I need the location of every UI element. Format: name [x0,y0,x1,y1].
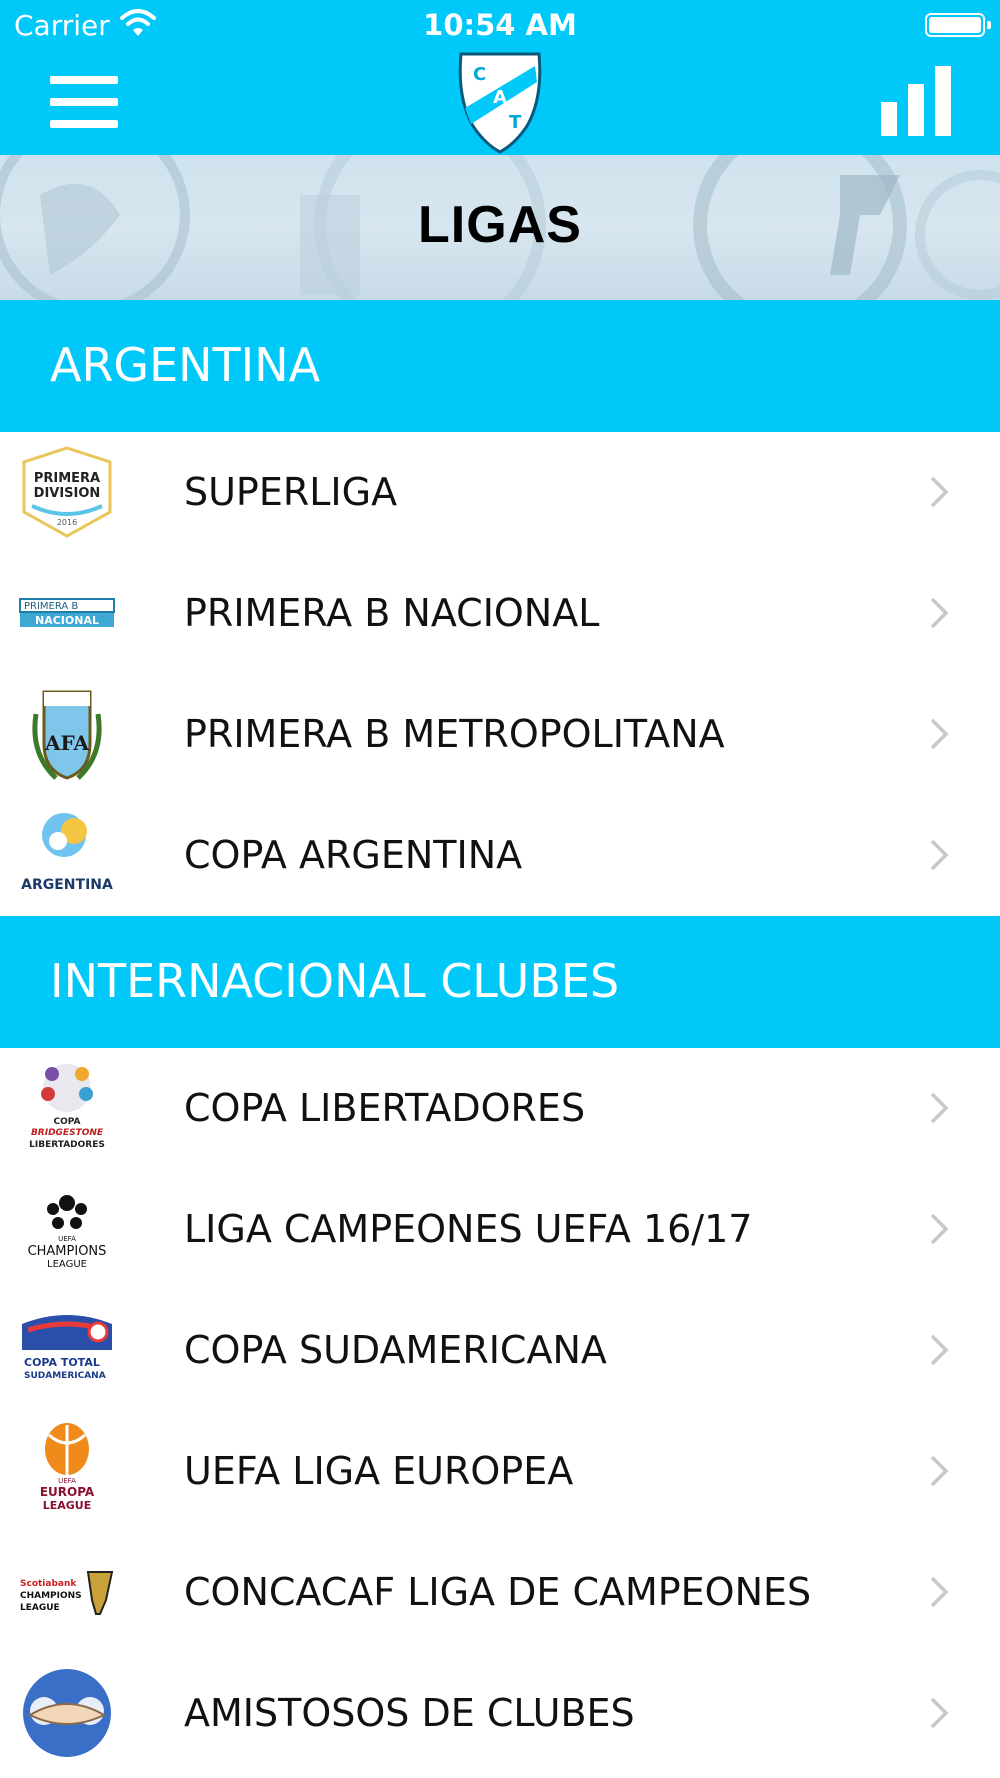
afa-logo: AFA [32,690,102,780]
list-item[interactable]: Scotiabank CHAMPIONS LEAGUE CONCACAF LIG… [0,1532,1000,1653]
svg-text:CHAMPIONS: CHAMPIONS [28,1244,107,1259]
club-crest-logo[interactable]: C A T [455,48,545,154]
section-header-argentina: ARGENTINA [0,300,1000,432]
svg-text:LIBERTADORES: LIBERTADORES [29,1140,105,1150]
list-item-label: COPA ARGENTINA [184,833,523,877]
clock: 10:54 AM [423,8,577,42]
list-item[interactable]: AFA PRIMERA B METROPOLITANA [0,674,1000,795]
concacaf-champions-logo: Scotiabank CHAMPIONS LEAGUE [20,1571,114,1615]
svg-text:COPA TOTAL: COPA TOTAL [24,1356,100,1369]
svg-text:Scotiabank: Scotiabank [20,1579,77,1589]
europa-league-logo: UEFA EUROPA LEAGUE [40,1423,95,1512]
list-item-label: PRIMERA B METROPOLITANA [184,712,725,756]
list-item[interactable]: COPA BRIDGESTONE LIBERTADORES COPA LIBER… [0,1048,1000,1169]
page-header-banner: LIGAS [0,155,1000,300]
primera-division-logo: PRIMERA DIVISION 2016 [22,446,112,538]
svg-text:A: A [493,87,507,108]
svg-text:UEFA: UEFA [58,1477,76,1485]
hamburger-menu-icon[interactable] [50,76,120,128]
champions-league-logo: UEFA CHAMPIONS LEAGUE [28,1195,107,1270]
svg-text:PRIMERA: PRIMERA [34,471,100,486]
section-label: INTERNACIONAL CLUBES [50,954,620,1008]
list-item-label: LIGA CAMPEONES UEFA 16/17 [184,1207,753,1251]
list-item[interactable]: PRIMERA B NACIONAL PRIMERA B NACIONAL [0,553,1000,674]
copa-argentina-logo: ARGENTINA [21,813,113,893]
list-item[interactable]: AMISTOSOS DE CLUBES [0,1653,1000,1774]
page-title: LIGAS [418,196,582,254]
svg-text:C: C [473,64,486,85]
amistosos-handshake-logo [23,1669,111,1757]
list-item-label: PRIMERA B NACIONAL [184,591,600,635]
list-item[interactable]: PRIMERA DIVISION 2016 SUPERLIGA [0,432,1000,553]
svg-text:NACIONAL: NACIONAL [35,614,99,627]
svg-text:PRIMERA B: PRIMERA B [24,601,78,612]
list-item-label: AMISTOSOS DE CLUBES [184,1691,635,1735]
svg-text:SUDAMERICANA: SUDAMERICANA [24,1371,106,1381]
svg-text:COPA: COPA [54,1117,81,1127]
list-item[interactable]: COPA TOTAL SUDAMERICANA COPA SUDAMERICAN… [0,1290,1000,1411]
chevron-right-icon [930,1697,949,1729]
battery-icon [925,13,991,37]
svg-text:LEAGUE: LEAGUE [47,1259,87,1270]
copa-sudamericana-logo: COPA TOTAL SUDAMERICANA [22,1315,112,1381]
svg-text:EUROPA: EUROPA [40,1485,95,1499]
svg-text:T: T [509,112,522,133]
list-item-label: COPA LIBERTADORES [184,1086,586,1130]
chevron-right-icon [930,1334,949,1366]
chevron-right-icon [930,597,949,629]
primera-b-nacional-logo: PRIMERA B NACIONAL [19,598,115,627]
chevron-right-icon [930,1576,949,1608]
chevron-right-icon [930,1092,949,1124]
chevron-right-icon [930,476,949,508]
chevron-right-icon [930,839,949,871]
svg-text:AFA: AFA [44,731,90,755]
list-item[interactable]: UEFA EUROPA LEAGUE UEFA LIGA EUROPEA [0,1411,1000,1532]
list-item-label: COPA SUDAMERICANA [184,1328,607,1372]
section-label: ARGENTINA [50,338,321,392]
list-item-label: UEFA LIGA EUROPEA [184,1449,574,1493]
svg-text:BRIDGESTONE: BRIDGESTONE [31,1128,104,1138]
chevron-right-icon [930,1213,949,1245]
svg-text:LEAGUE: LEAGUE [20,1603,60,1613]
list-item-label: CONCACAF LIGA DE CAMPEONES [184,1570,812,1614]
chevron-right-icon [930,718,949,750]
list-item-label: SUPERLIGA [184,470,398,514]
svg-text:2016: 2016 [57,518,77,527]
navigation-bar: Carrier 10:54 AM C A T [0,0,1000,155]
svg-text:CHAMPIONS: CHAMPIONS [20,1591,82,1601]
bar-chart-icon[interactable] [878,64,953,136]
svg-text:LEAGUE: LEAGUE [43,1499,92,1512]
svg-text:UEFA: UEFA [58,1235,76,1243]
copa-libertadores-logo: COPA BRIDGESTONE LIBERTADORES [29,1064,105,1150]
chevron-right-icon [930,1455,949,1487]
svg-text:ARGENTINA: ARGENTINA [21,877,113,893]
list-item[interactable]: ARGENTINA COPA ARGENTINA [0,795,1000,916]
status-bar: Carrier 10:54 AM [0,0,1000,50]
svg-text:DIVISION: DIVISION [34,486,101,501]
section-header-internacional-clubes: INTERNACIONAL CLUBES [0,916,1000,1048]
list-item[interactable]: UEFA CHAMPIONS LEAGUE LIGA CAMPEONES UEF… [0,1169,1000,1290]
